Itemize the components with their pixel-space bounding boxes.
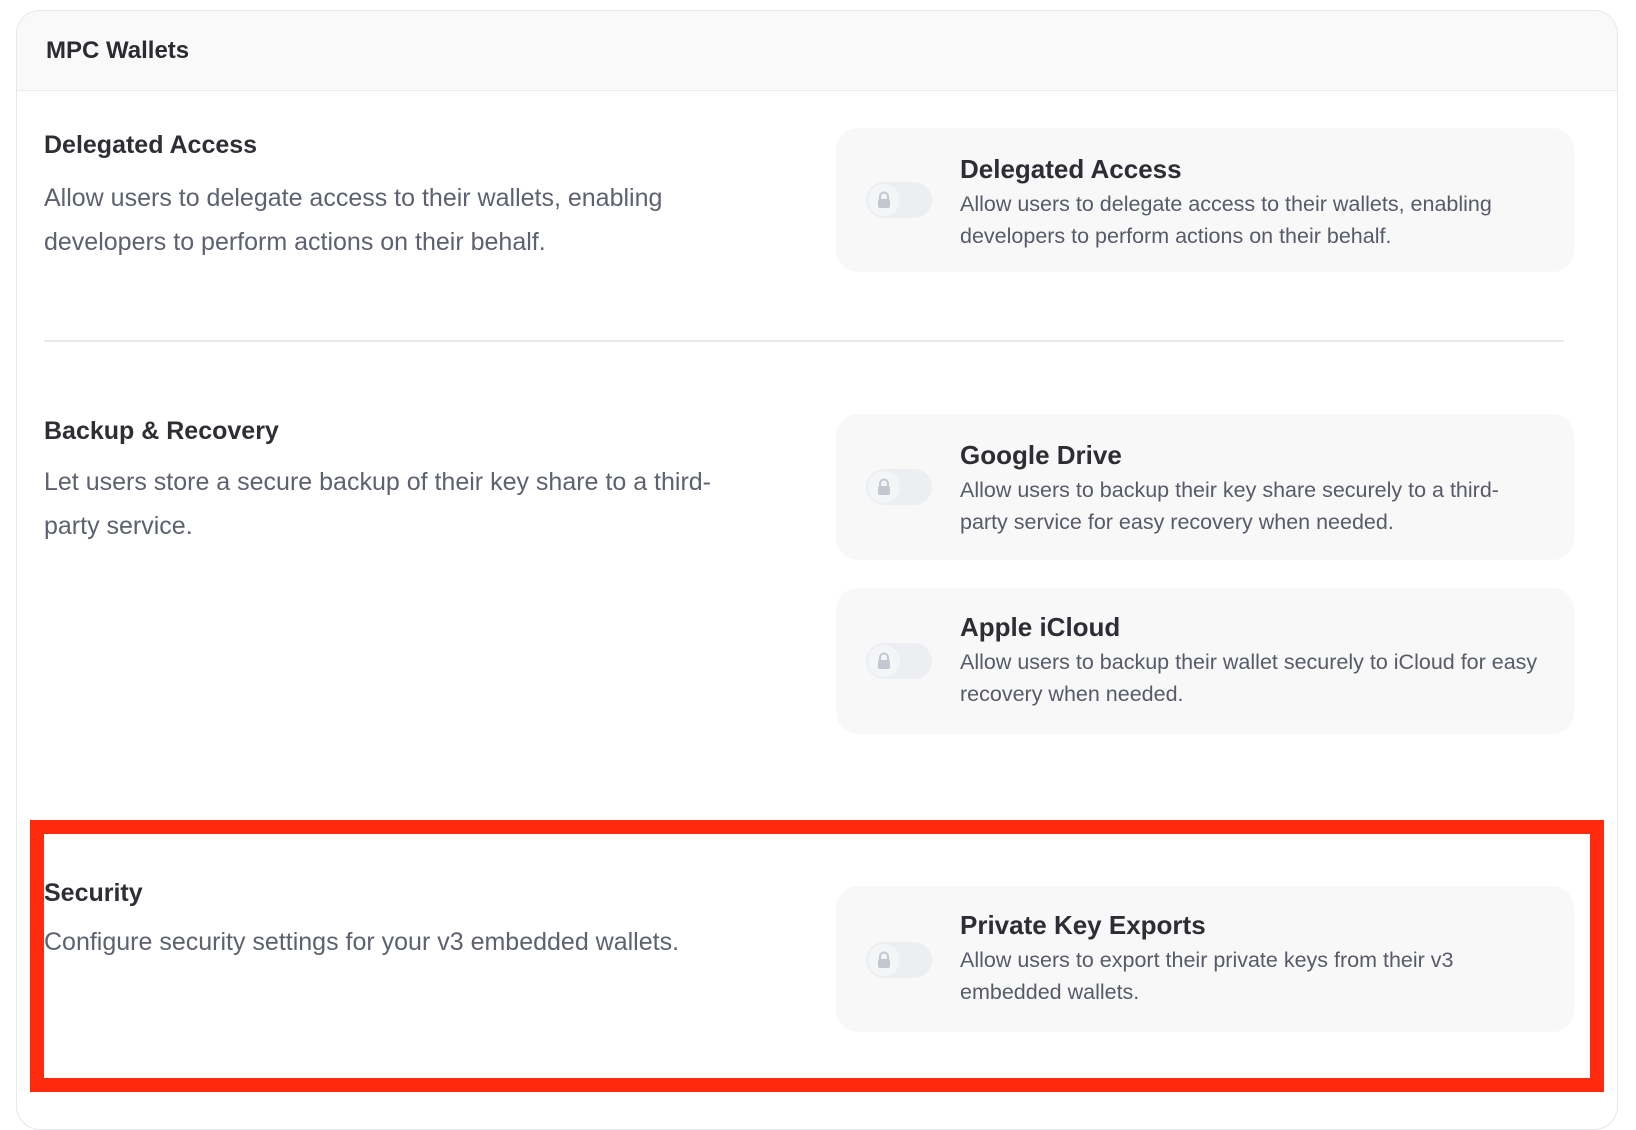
google-drive-toggle[interactable]	[866, 469, 932, 505]
card-title: Private Key Exports	[960, 910, 1206, 940]
section-description: Configure security settings for your v3 …	[44, 928, 680, 956]
toggle-knob	[868, 184, 900, 216]
lock-icon	[878, 951, 890, 968]
card-description: Allow users to backup their wallet secur…	[960, 650, 1538, 706]
section-info: Security Configure security settings for…	[44, 876, 764, 964]
panel-title: MPC Wallets	[46, 36, 190, 64]
lock-icon	[878, 652, 890, 669]
lock-icon	[878, 191, 890, 208]
panel-header: MPC Wallets	[17, 11, 1617, 91]
section-description: Let users store a secure backup of their…	[44, 468, 712, 540]
apple-icloud-toggle[interactable]	[866, 643, 932, 679]
setting-card-private-key-exports: Private Key Exports Allow users to expor…	[836, 886, 1574, 1032]
private-key-exports-toggle[interactable]	[866, 942, 932, 978]
card-title: Apple iCloud	[960, 612, 1121, 642]
section-info: Backup & Recovery Let users store a secu…	[44, 414, 764, 548]
section-divider	[44, 340, 1564, 342]
card-text: Google Drive Allow users to backup their…	[960, 438, 1544, 538]
card-text: Apple iCloud Allow users to backup their…	[960, 610, 1544, 710]
toggle-knob	[868, 645, 900, 677]
toggle-knob	[868, 944, 900, 976]
delegated-access-toggle[interactable]	[866, 182, 932, 218]
setting-card-apple-icloud: Apple iCloud Allow users to backup their…	[836, 588, 1574, 734]
section-title: Security	[44, 879, 143, 907]
section-description: Allow users to delegate access to their …	[44, 184, 663, 256]
card-text: Delegated Access Allow users to delegate…	[960, 152, 1544, 252]
card-description: Allow users to delegate access to their …	[960, 192, 1492, 248]
card-text: Private Key Exports Allow users to expor…	[960, 908, 1544, 1008]
section-info: Delegated Access Allow users to delegate…	[44, 128, 764, 264]
card-description: Allow users to backup their key share se…	[960, 478, 1499, 534]
section-title: Delegated Access	[44, 131, 258, 159]
card-description: Allow users to export their private keys…	[960, 948, 1454, 1004]
setting-card-google-drive: Google Drive Allow users to backup their…	[836, 414, 1574, 560]
card-title: Delegated Access	[960, 154, 1182, 184]
card-title: Google Drive	[960, 440, 1122, 470]
section-title: Backup & Recovery	[44, 417, 279, 445]
lock-icon	[878, 478, 890, 495]
toggle-knob	[868, 471, 900, 503]
setting-card-delegated-access: Delegated Access Allow users to delegate…	[836, 128, 1574, 272]
